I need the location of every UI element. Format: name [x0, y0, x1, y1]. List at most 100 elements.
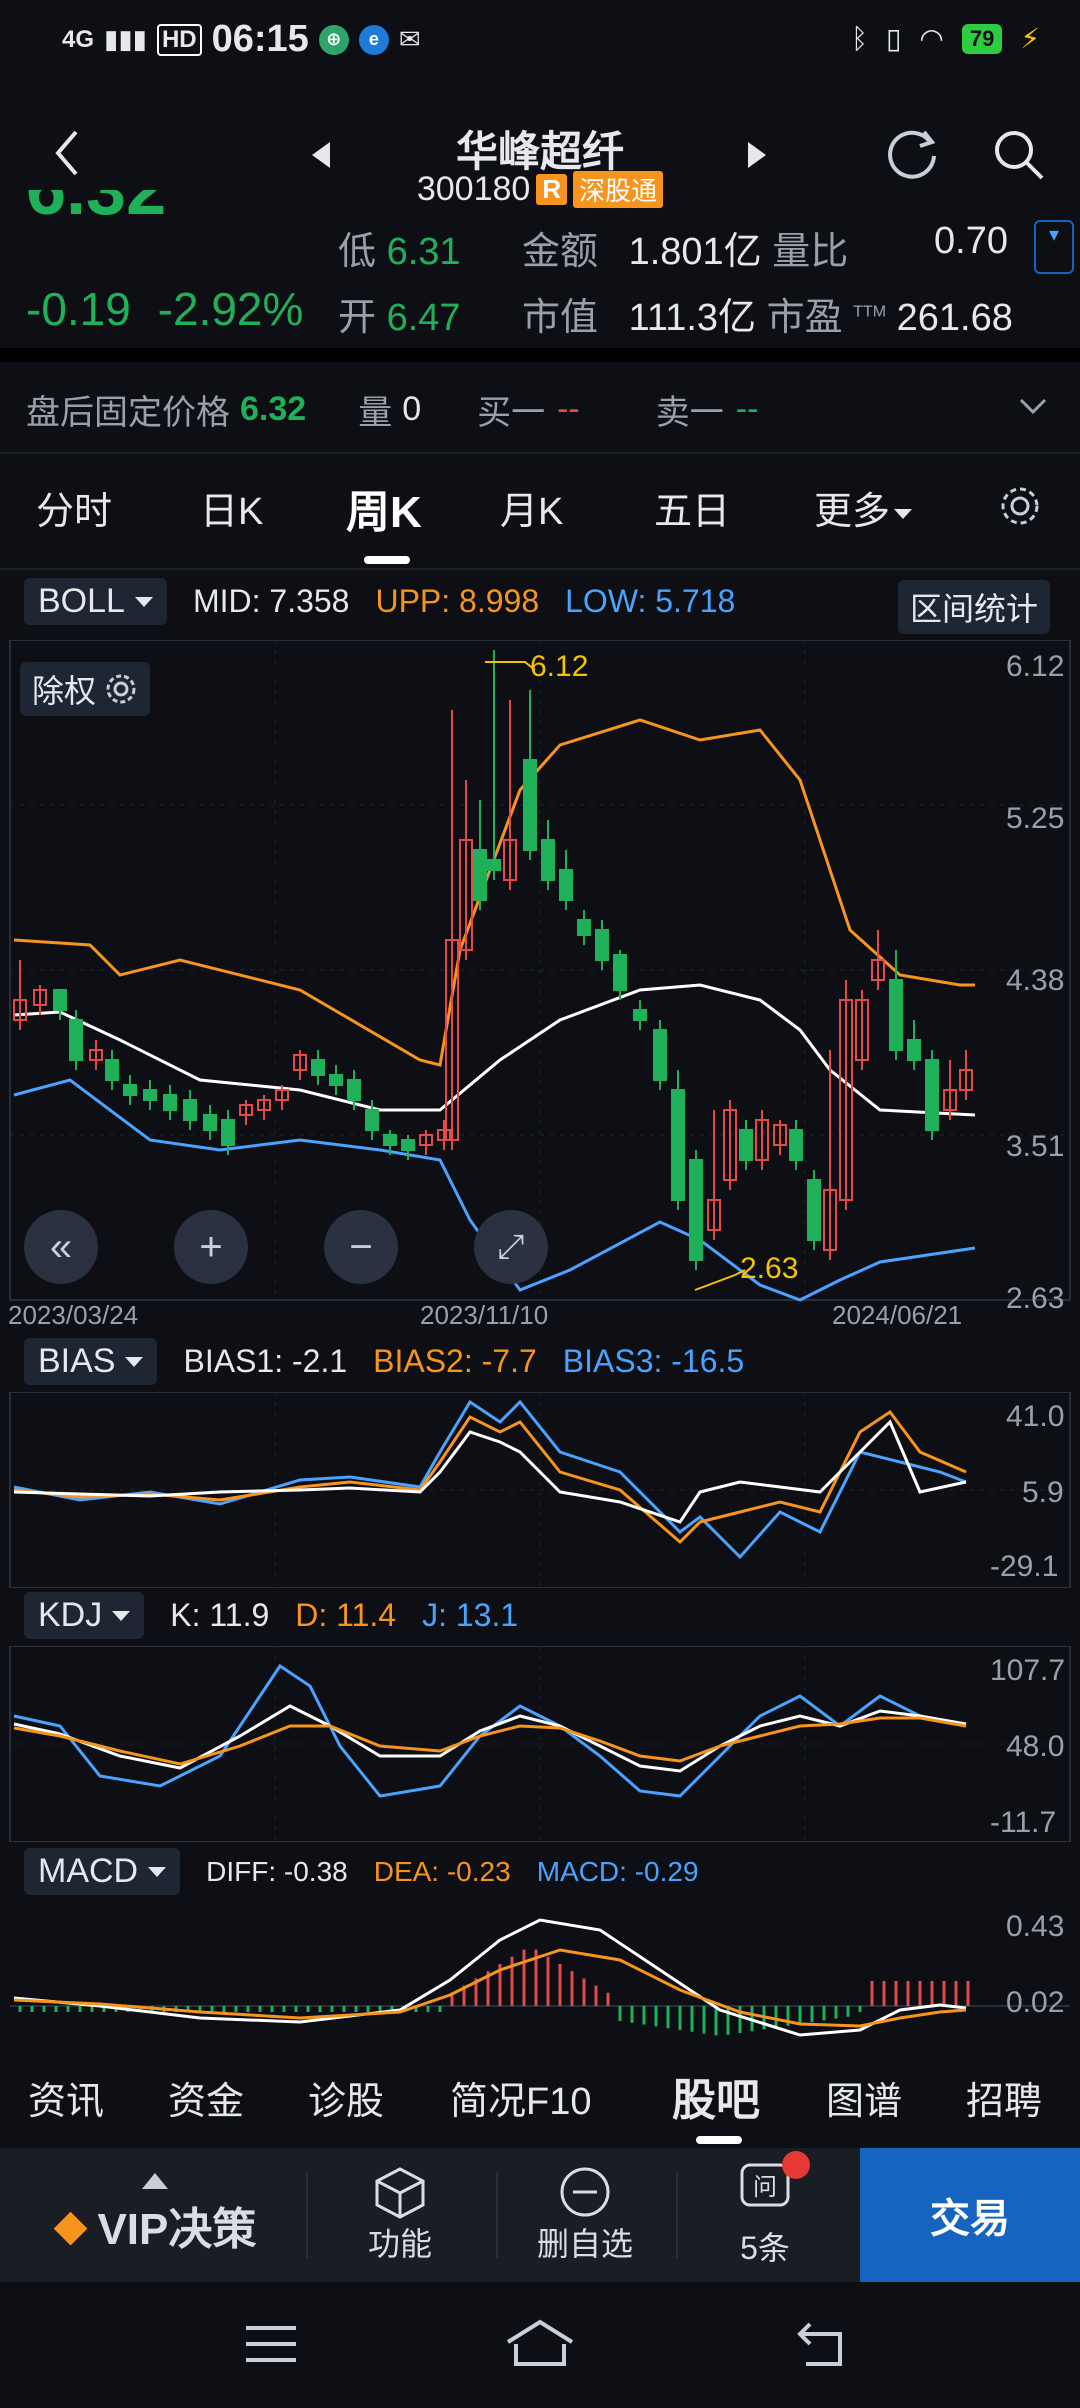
candle-body — [69, 1019, 83, 1061]
vip-button[interactable]: ◆ VIP决策 — [30, 2148, 280, 2282]
plus-icon: + — [199, 1224, 223, 1269]
candle-body — [789, 1129, 803, 1161]
home-nav-button[interactable] — [504, 2318, 576, 2373]
macd-tick-2: 0.02 — [1006, 1986, 1065, 2019]
stock-code: 300180 — [416, 170, 531, 208]
candle-body — [595, 929, 609, 961]
candle-body — [671, 1089, 685, 1201]
boll-selector[interactable]: BOLL — [24, 578, 167, 625]
svg-text:问: 问 — [753, 2173, 777, 2201]
kdj-k: K: 11.9 — [170, 1597, 270, 1633]
candle-body — [123, 1084, 137, 1096]
candle-body — [53, 989, 67, 1011]
function-button[interactable]: 功能 — [320, 2148, 480, 2282]
fullscreen-button[interactable]: ⤢ — [474, 1210, 548, 1284]
candle-body — [383, 1134, 397, 1146]
refresh-button[interactable] — [884, 126, 940, 187]
zoom-in-button[interactable]: + — [174, 1210, 248, 1284]
back-nav-button[interactable] — [796, 2320, 852, 2373]
range-stats-button[interactable]: 区间统计 — [898, 580, 1051, 634]
tab-intraday[interactable]: 分时 — [36, 480, 112, 535]
section-divider — [0, 348, 1080, 362]
tab-daily[interactable]: 日K — [200, 480, 263, 535]
exright-button[interactable]: 除权 — [20, 662, 151, 716]
kdj-chart[interactable] — [0, 1646, 1080, 1842]
bottom-action-bar: ◆ VIP决策 功能 删自选 问 5条 交易 — [0, 2148, 1080, 2282]
bluetooth-icon: ᛒ — [851, 22, 868, 54]
candle-body — [559, 869, 573, 901]
date-start: 2023/03/24 — [8, 1300, 139, 1330]
expand-icon: ⤢ — [497, 1227, 525, 1266]
candle-body — [487, 859, 501, 871]
subtab-funds[interactable]: 资金 — [168, 2070, 244, 2125]
low-marker-label: 2.63 — [740, 1252, 799, 1285]
refresh-icon — [888, 130, 936, 179]
status-time: 06:15 — [211, 18, 309, 60]
period-tabs: 分时 日K 周K 月K 五日 更多 — [0, 480, 1080, 564]
active-tab-indicator — [364, 556, 410, 564]
subtab-news[interactable]: 资讯 — [28, 2070, 104, 2125]
bias-header: BIAS BIAS1: -2.1 BIAS2: -7.7 BIAS3: -16.… — [24, 1338, 744, 1385]
next-stock-button[interactable] — [746, 140, 768, 175]
tab-monthly[interactable]: 月K — [500, 480, 563, 535]
caret-up-icon — [142, 2173, 168, 2189]
diamond-icon: ◆ — [53, 2200, 88, 2250]
kdj-selector[interactable]: KDJ — [24, 1592, 145, 1639]
remove-watchlist-button[interactable]: 删自选 — [510, 2148, 660, 2282]
candle-body — [473, 849, 487, 901]
y-tick-5: 2.63 — [1006, 1282, 1065, 1315]
tab-more[interactable]: 更多 — [814, 480, 913, 535]
trade-button[interactable]: 交易 — [860, 2148, 1080, 2282]
bias-selector[interactable]: BIAS — [24, 1338, 158, 1385]
info-tabs: 资讯 资金 诊股 简况F10 股吧 图谱 招聘 — [0, 2040, 1080, 2144]
bias-tick-2: 5.9 — [1022, 1476, 1064, 1509]
candle-body — [347, 1079, 361, 1101]
chart-settings-button[interactable] — [998, 484, 1042, 538]
kdj-d-line — [13, 1716, 967, 1766]
subtab-diagnosis[interactable]: 诊股 — [308, 2070, 384, 2125]
candle-body — [739, 1129, 753, 1161]
subtab-jobs[interactable]: 招聘 — [966, 2070, 1042, 2125]
mktcap-row: 市值 111.3亿 市盈 TTM 261.68 — [522, 297, 1013, 339]
battery-level: 79 — [961, 23, 1003, 54]
back-arrow-icon — [797, 2322, 842, 2366]
gear-icon — [106, 674, 136, 704]
candle-body — [203, 1114, 217, 1131]
bias3-line — [13, 1399, 967, 1560]
market-badge[interactable]: 深股通 — [573, 171, 664, 208]
postmarket-bar: 盘后固定价格 6.32 量 0 买一 -- 卖一 -- — [26, 390, 759, 432]
low-row: 低 6.31 — [338, 231, 461, 273]
menu-nav-button[interactable] — [244, 2322, 298, 2371]
browser-icon: e — [358, 24, 389, 55]
caret-down-icon — [125, 1356, 144, 1367]
scroll-back-button[interactable]: « — [24, 1210, 98, 1284]
subtab-graph[interactable]: 图谱 — [826, 2070, 902, 2125]
candle-body — [577, 919, 591, 936]
last-price: 6.32 — [26, 190, 167, 230]
macd-dea: DEA: -0.23 — [373, 1855, 511, 1887]
expand-toggle[interactable]: ▾ — [1034, 220, 1074, 274]
bias1: BIAS1: -2.1 — [183, 1343, 348, 1379]
tab-weekly[interactable]: 周K — [346, 476, 422, 540]
search-button[interactable] — [992, 128, 1046, 187]
kdj-tick-3: -11.7 — [990, 1806, 1057, 1839]
postmarket-expand-button[interactable] — [1018, 396, 1048, 421]
bias-chart[interactable] — [0, 1392, 1080, 1588]
boll-header: BOLL MID: 7.358 UPP: 8.998 LOW: 5.718 — [24, 578, 735, 625]
system-nav-bar — [0, 2282, 1080, 2408]
subtab-f10[interactable]: 简况F10 — [450, 2070, 591, 2125]
candle-body — [689, 1159, 703, 1261]
change-row: -0.19 -2.92% — [26, 283, 304, 335]
macd-selector[interactable]: MACD — [24, 1848, 181, 1895]
caret-down-icon — [134, 596, 153, 607]
badge-r: R — [536, 174, 568, 205]
subtab-forum[interactable]: 股吧 — [672, 2064, 760, 2128]
ask-button[interactable]: 问 5条 — [690, 2148, 840, 2282]
date-mid: 2023/11/10 — [420, 1300, 549, 1330]
candle-body — [907, 1039, 921, 1061]
macd-chart[interactable] — [0, 1900, 1080, 2040]
bias-tick-1: 41.0 — [1006, 1400, 1065, 1433]
tab-five-day[interactable]: 五日 — [654, 480, 730, 535]
high-marker — [485, 661, 536, 671]
zoom-out-button[interactable]: − — [324, 1210, 398, 1284]
